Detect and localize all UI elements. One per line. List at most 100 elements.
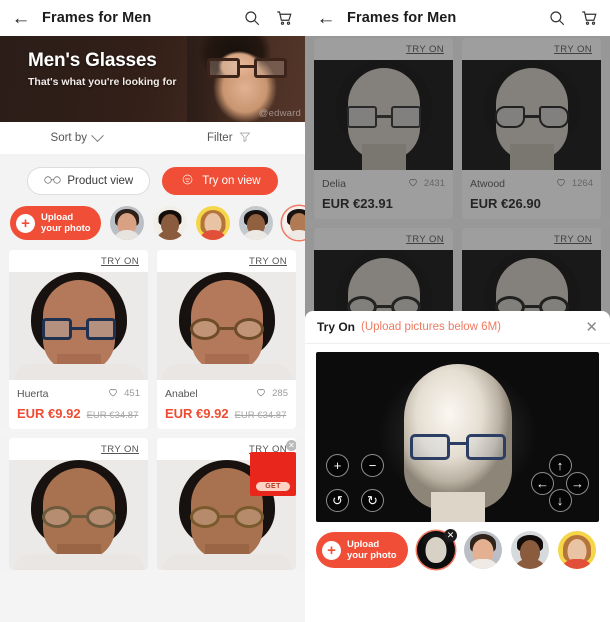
upload-line-1: Upload	[41, 212, 74, 223]
move-right-button[interactable]: →	[566, 471, 589, 495]
funnel-icon	[239, 131, 251, 146]
product-grid-row-1: TRY ON Huerta 451 EUR €9.92 EUR €34.87 T…	[0, 250, 305, 429]
product-name: Anabel	[165, 387, 198, 400]
zoom-out-button[interactable]: −	[361, 454, 384, 477]
original-price: EUR €34.87	[234, 410, 287, 421]
search-icon[interactable]	[241, 7, 263, 29]
cart-icon[interactable]	[273, 7, 295, 29]
filter-control[interactable]: Filter	[153, 131, 306, 146]
heart-icon[interactable]	[255, 386, 267, 401]
product-card-anabel[interactable]: TRY ON Anabel 285 EUR €9.92 EUR €34.87	[157, 250, 296, 429]
rotate-ccw-button[interactable]: ↺	[326, 489, 349, 512]
product-grid-row-2: TRY ON TRY ON	[0, 438, 305, 570]
search-icon[interactable]	[546, 7, 568, 29]
try-on-preview[interactable]: + − ↺ ↻ ↑ ← → ↓	[316, 352, 599, 522]
move-controls: ↑ ← → ↓	[531, 454, 589, 512]
upload-line-2: your photo	[347, 550, 397, 561]
sort-filter-bar: Sort by Filter	[0, 122, 305, 154]
banner-subhead: That's what you're looking for	[28, 76, 177, 88]
avatar-4[interactable]	[238, 206, 273, 240]
close-icon[interactable]: ✕	[585, 320, 598, 335]
banner-watermark: @edward	[258, 108, 301, 119]
try-on-modal: Try On (Upload pictures below 6M) ✕ + − …	[305, 311, 610, 622]
product-meta: Huerta 451 EUR €9.92 EUR €34.87	[9, 380, 148, 429]
glasses-overlay[interactable]	[409, 434, 506, 462]
product-card-huerta[interactable]: TRY ON Huerta 451 EUR €9.92 EUR €34.87	[9, 250, 148, 429]
avatar-3[interactable]	[558, 531, 596, 569]
glasses-overlay	[188, 506, 266, 530]
close-ad-icon[interactable]: ✕	[286, 440, 296, 451]
transform-controls: + − ↺ ↻	[326, 454, 384, 512]
zoom-in-button[interactable]: +	[326, 454, 349, 477]
sale-price: EUR €9.92	[17, 406, 81, 421]
try-on-link[interactable]: TRY ON	[9, 250, 148, 272]
mannequin-neck	[430, 492, 485, 522]
top-bar: ← Frames for Men	[0, 0, 305, 36]
rotate-cw-button[interactable]: ↻	[361, 489, 384, 512]
page-title: Frames for Men	[347, 10, 457, 26]
heart-icon[interactable]	[107, 386, 119, 401]
original-price: EUR €34.87	[86, 410, 139, 421]
top-bar: ← Frames for Men	[305, 0, 610, 36]
like-count: 451	[124, 388, 140, 399]
modal-avatar-strip: + Upload your photo ✕	[305, 522, 610, 569]
advertisement-banner[interactable]: GET	[250, 452, 296, 496]
glasses-overlay	[188, 318, 266, 342]
filter-label: Filter	[206, 132, 233, 144]
glasses-overlay	[40, 506, 118, 530]
delete-avatar-icon[interactable]: ✕	[444, 529, 457, 542]
glasses-overlay	[40, 318, 118, 342]
product-photo	[9, 460, 148, 570]
product-photo	[9, 272, 148, 380]
back-arrow-icon[interactable]: ←	[10, 9, 32, 28]
sort-by-label: Sort by	[50, 132, 87, 144]
avatar-2[interactable]	[152, 206, 187, 240]
product-view-label: Product view	[67, 175, 134, 187]
cart-icon[interactable]	[578, 7, 600, 29]
chevron-down-icon	[91, 128, 104, 142]
back-arrow-icon[interactable]: ←	[315, 9, 337, 28]
left-screen: ← Frames for Men Men's Glasses That's wh…	[0, 0, 305, 622]
promo-banner[interactable]: Men's Glasses That's what you're looking…	[0, 36, 305, 122]
avatar-mannequin-wrap: ✕	[417, 529, 457, 569]
page-title: Frames for Men	[42, 10, 152, 26]
plus-icon: +	[322, 540, 341, 560]
avatar-1[interactable]	[464, 531, 502, 569]
sort-by-control[interactable]: Sort by	[0, 128, 153, 144]
try-on-link[interactable]: TRY ON	[9, 438, 148, 460]
move-down-button[interactable]: ↓	[548, 489, 572, 512]
view-toggle-row: Product view Try on view	[0, 154, 305, 206]
product-photo	[157, 272, 296, 380]
upload-photo-button[interactable]: + Upload your photo	[316, 532, 408, 568]
avatar-3[interactable]	[195, 206, 230, 240]
plus-icon: +	[16, 213, 35, 233]
avatar-strip: + Upload your photo	[0, 206, 305, 250]
upload-line-2: your photo	[41, 223, 91, 234]
right-screen: ← Frames for Men TRY ON Delia 2431 EUR €…	[305, 0, 610, 622]
avatar-5[interactable]	[281, 206, 305, 240]
product-meta: Anabel 285 EUR €9.92 EUR €34.87	[157, 380, 296, 429]
sale-price: EUR €9.92	[165, 406, 229, 421]
upload-line-1: Upload	[347, 539, 380, 550]
try-on-view-button[interactable]: Try on view	[162, 167, 278, 195]
ad-get-label: GET	[256, 482, 290, 491]
product-card-row2-1[interactable]: TRY ON	[9, 438, 148, 570]
upload-photo-button[interactable]: + Upload your photo	[10, 206, 101, 240]
move-up-button[interactable]: ↑	[548, 454, 572, 477]
try-on-face-icon	[179, 174, 196, 188]
banner-headline: Men's Glasses	[28, 50, 157, 71]
try-on-link[interactable]: TRY ON	[157, 250, 296, 272]
product-name: Huerta	[17, 387, 49, 400]
avatar-1[interactable]	[109, 206, 144, 240]
banner-glasses-icon	[207, 58, 287, 80]
glasses-icon	[44, 174, 61, 188]
product-card-row2-2[interactable]: TRY ON ✕ GET	[157, 438, 296, 570]
try-on-view-label: Try on view	[202, 175, 261, 187]
move-left-button[interactable]: ←	[531, 471, 554, 495]
like-count: 285	[272, 388, 288, 399]
modal-subtitle: (Upload pictures below 6M)	[361, 321, 501, 333]
avatar-2[interactable]	[511, 531, 549, 569]
product-view-button[interactable]: Product view	[27, 167, 151, 195]
modal-header: Try On (Upload pictures below 6M) ✕	[305, 311, 610, 344]
dual-screenshot: ← Frames for Men Men's Glasses That's wh…	[0, 0, 610, 622]
